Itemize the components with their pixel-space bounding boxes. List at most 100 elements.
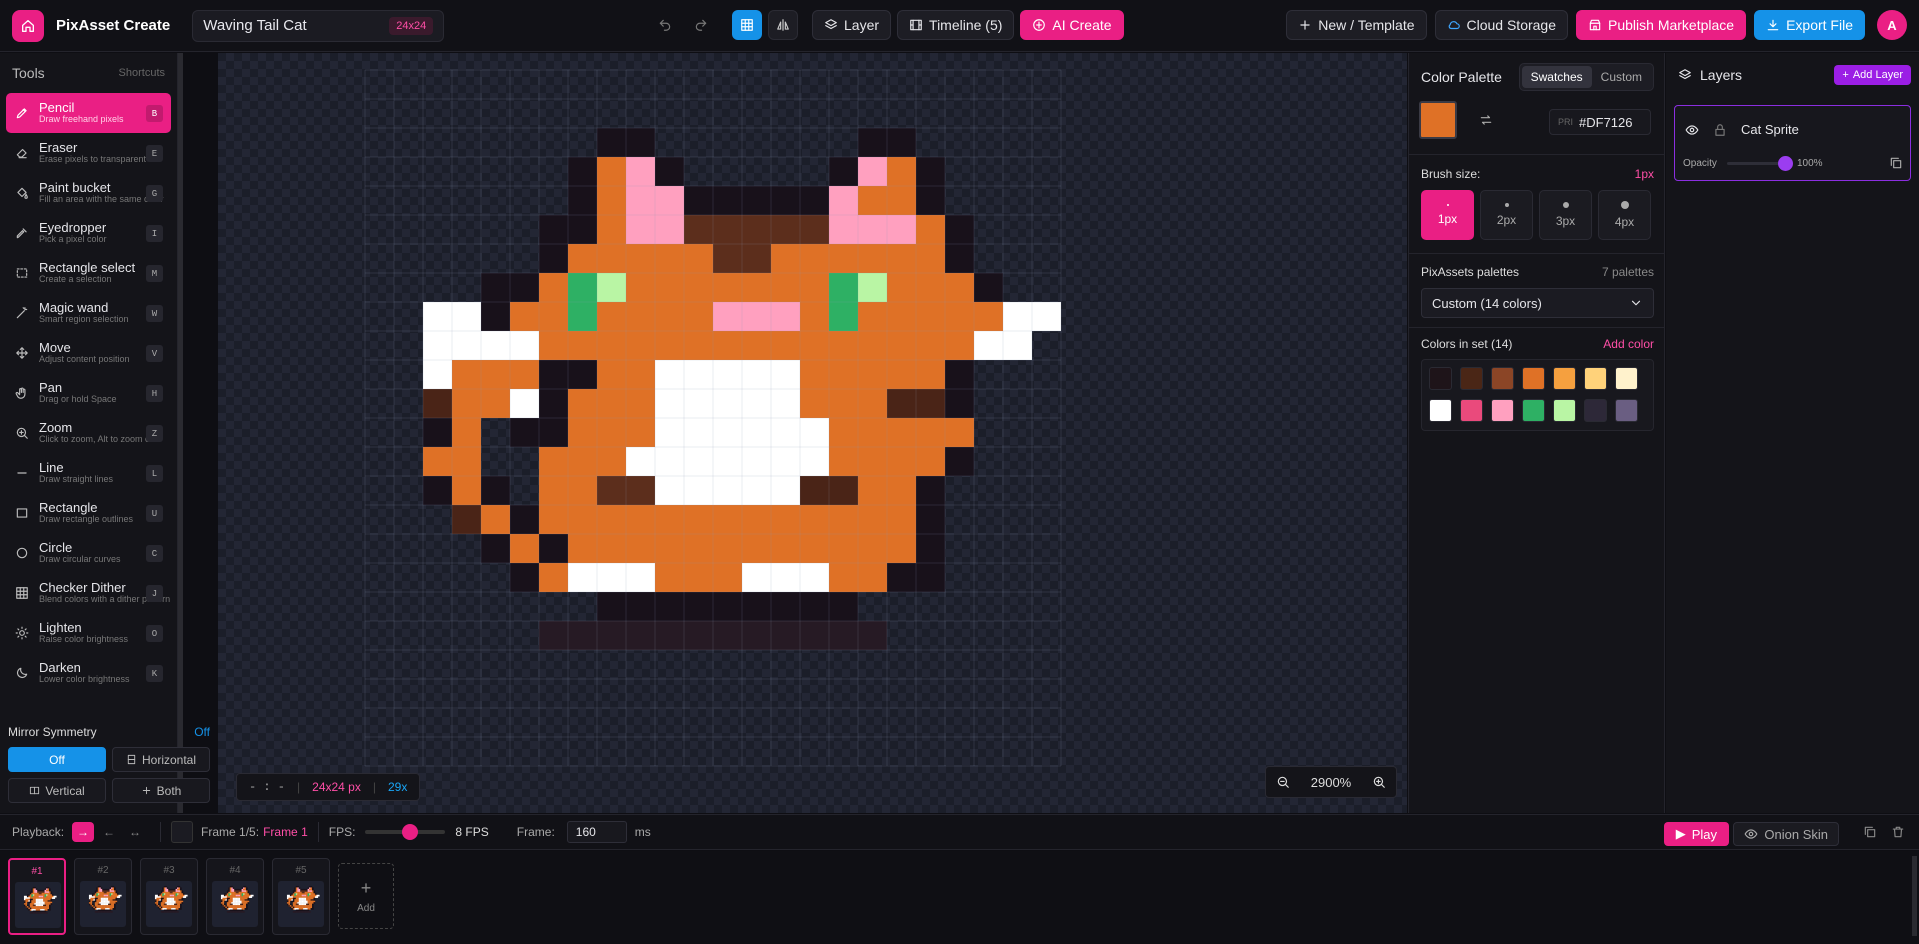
frame-duration-input[interactable]: 160 xyxy=(566,821,627,843)
layer-item[interactable]: Cat Sprite Opacity 100% xyxy=(1674,105,1911,181)
fps-slider[interactable] xyxy=(365,824,446,840)
tool-checker-dither[interactable]: Checker Dither Blend colors with a dither… xyxy=(6,573,171,613)
tab-swatches[interactable]: Swatches xyxy=(1521,66,1592,88)
file-name-field[interactable]: Waving Tail Cat 24x24 xyxy=(192,9,445,42)
ai-create-button[interactable]: AI Create xyxy=(1020,10,1124,40)
color-swatch[interactable] xyxy=(1429,399,1452,422)
mirror-horizontal-button[interactable]: Horizontal xyxy=(112,747,210,772)
export-file-button[interactable]: Export File xyxy=(1754,10,1865,40)
swap-colors-icon[interactable] xyxy=(1479,113,1493,127)
playback-forward-button[interactable]: → xyxy=(72,822,95,842)
tool-move[interactable]: Move Adjust content position V xyxy=(6,333,171,373)
palette-select[interactable]: Custom (14 colors) xyxy=(1421,288,1654,318)
thumb-pixel xyxy=(106,893,109,895)
zoom-out-icon[interactable] xyxy=(1276,775,1290,789)
user-avatar[interactable]: A xyxy=(1877,10,1907,40)
canvas-area[interactable]: - : - | 24x24 px | 29x 2900% xyxy=(218,53,1407,813)
frame-name[interactable]: Frame 1 xyxy=(263,825,308,839)
home-button[interactable] xyxy=(12,9,44,42)
tool-magic-wand[interactable]: Magic wand Smart region selection W xyxy=(6,293,171,333)
tool-line[interactable]: Line Draw straight lines L xyxy=(6,453,171,493)
color-swatch[interactable] xyxy=(1429,367,1452,390)
redo-button[interactable] xyxy=(686,10,716,40)
color-swatch[interactable] xyxy=(1522,367,1545,390)
file-name[interactable]: Waving Tail Cat xyxy=(203,17,306,34)
color-swatch[interactable] xyxy=(1615,399,1638,422)
timeline-button[interactable]: Timeline (5) xyxy=(897,10,1015,40)
playback-pingpong-button[interactable]: ↔ xyxy=(124,822,146,842)
publish-marketplace-button[interactable]: Publish Marketplace xyxy=(1576,10,1747,40)
fps-slider-handle[interactable] xyxy=(401,824,418,840)
mirror-vertical-button[interactable]: Vertical xyxy=(8,778,106,803)
tool-eyedropper[interactable]: Eyedropper Pick a pixel color I xyxy=(6,213,171,253)
lock-icon[interactable] xyxy=(1713,123,1727,137)
onion-skin-button[interactable]: Onion Skin xyxy=(1733,822,1839,846)
color-swatch[interactable] xyxy=(1491,367,1514,390)
hex-value[interactable]: #DF7126 xyxy=(1579,115,1632,130)
duplicate-layer-icon[interactable] xyxy=(1889,156,1903,170)
duplicate-frame-icon[interactable] xyxy=(1863,825,1877,839)
mirror-off-button[interactable]: Off xyxy=(8,747,106,772)
playback-reverse-button[interactable]: ← xyxy=(98,822,120,842)
tool-paint-bucket[interactable]: Paint bucket Fill an area with the same c… xyxy=(6,173,171,213)
tab-custom[interactable]: Custom xyxy=(1592,66,1651,88)
brush-size-2px[interactable]: 2px xyxy=(1480,190,1533,240)
color-swatch[interactable] xyxy=(1522,399,1545,422)
color-swatch[interactable] xyxy=(1553,367,1576,390)
hex-input[interactable]: PRI #DF7126 xyxy=(1549,109,1651,135)
pixel-canvas[interactable] xyxy=(218,53,1407,813)
play-button[interactable]: ▶ Play xyxy=(1663,822,1729,846)
mirror-both-button[interactable]: Both xyxy=(112,778,210,803)
tool-pan[interactable]: Pan Drag or hold Space H xyxy=(6,373,171,413)
pixel xyxy=(800,621,829,650)
brush-size-4px[interactable]: 4px xyxy=(1598,190,1651,240)
frame-thumbnail-sprite xyxy=(88,885,122,913)
tool-darken[interactable]: Darken Lower color brightness K xyxy=(6,653,171,693)
frame-4[interactable]: #4 xyxy=(206,858,264,935)
tool-eraser[interactable]: Eraser Erase pixels to transparent E xyxy=(6,133,171,173)
undo-button[interactable] xyxy=(650,10,680,40)
color-swatch[interactable] xyxy=(1460,367,1483,390)
tool-zoom[interactable]: Zoom Click to zoom, Alt to zoom out Z xyxy=(6,413,171,453)
thumb-pixel xyxy=(232,899,235,901)
frame-3[interactable]: #3 xyxy=(140,858,198,935)
thumb-pixel xyxy=(88,894,91,897)
color-swatch[interactable] xyxy=(1584,399,1607,422)
grid-toggle-button[interactable] xyxy=(732,10,762,40)
color-swatch[interactable] xyxy=(1615,367,1638,390)
brush-size-3px[interactable]: 3px xyxy=(1539,190,1592,240)
color-swatch[interactable] xyxy=(1491,399,1514,422)
frame-1[interactable]: #1 xyxy=(8,858,66,935)
frame-2[interactable]: #2 xyxy=(74,858,132,935)
opacity-slider[interactable] xyxy=(1727,155,1793,171)
layer-button[interactable]: Layer xyxy=(812,10,892,40)
shortcuts-link[interactable]: Shortcuts xyxy=(119,67,165,79)
tool-rectangle-select[interactable]: Rectangle select Create a selection M xyxy=(6,253,171,293)
frames-scrollbar[interactable] xyxy=(1912,856,1917,936)
tool-lighten[interactable]: Lighten Raise color brightness O xyxy=(6,613,171,653)
color-swatch[interactable] xyxy=(1460,399,1483,422)
tool-pencil[interactable]: Pencil Draw freehand pixels B xyxy=(6,93,171,133)
eye-icon[interactable] xyxy=(1685,123,1699,137)
tools-scrollbar[interactable] xyxy=(178,53,183,813)
frame-5[interactable]: #5 xyxy=(272,858,330,935)
color-swatch[interactable] xyxy=(1553,399,1576,422)
zoom-in-icon[interactable] xyxy=(1372,775,1386,789)
brush-size-1px[interactable]: 1px xyxy=(1421,190,1474,240)
mirror-toggle-button[interactable] xyxy=(768,10,798,40)
tool-circle[interactable]: Circle Draw circular curves C xyxy=(6,533,171,573)
primary-color-swatch[interactable] xyxy=(1419,101,1457,139)
add-color-button[interactable]: Add color xyxy=(1603,337,1654,351)
color-swatch[interactable] xyxy=(1584,367,1607,390)
thumb-pixel xyxy=(163,906,166,909)
thumb-pixel xyxy=(297,890,299,893)
add-frame-button[interactable]: + Add xyxy=(338,863,394,929)
new-template-button[interactable]: New / Template xyxy=(1286,10,1427,40)
add-layer-button[interactable]: + Add Layer xyxy=(1834,65,1911,85)
thumb-pixel xyxy=(96,891,98,894)
cloud-storage-button[interactable]: Cloud Storage xyxy=(1434,10,1569,40)
pixel xyxy=(916,331,945,360)
tool-rectangle[interactable]: Rectangle Draw rectangle outlines U xyxy=(6,493,171,533)
trash-icon[interactable] xyxy=(1891,825,1905,839)
opacity-slider-handle[interactable] xyxy=(1778,155,1793,171)
